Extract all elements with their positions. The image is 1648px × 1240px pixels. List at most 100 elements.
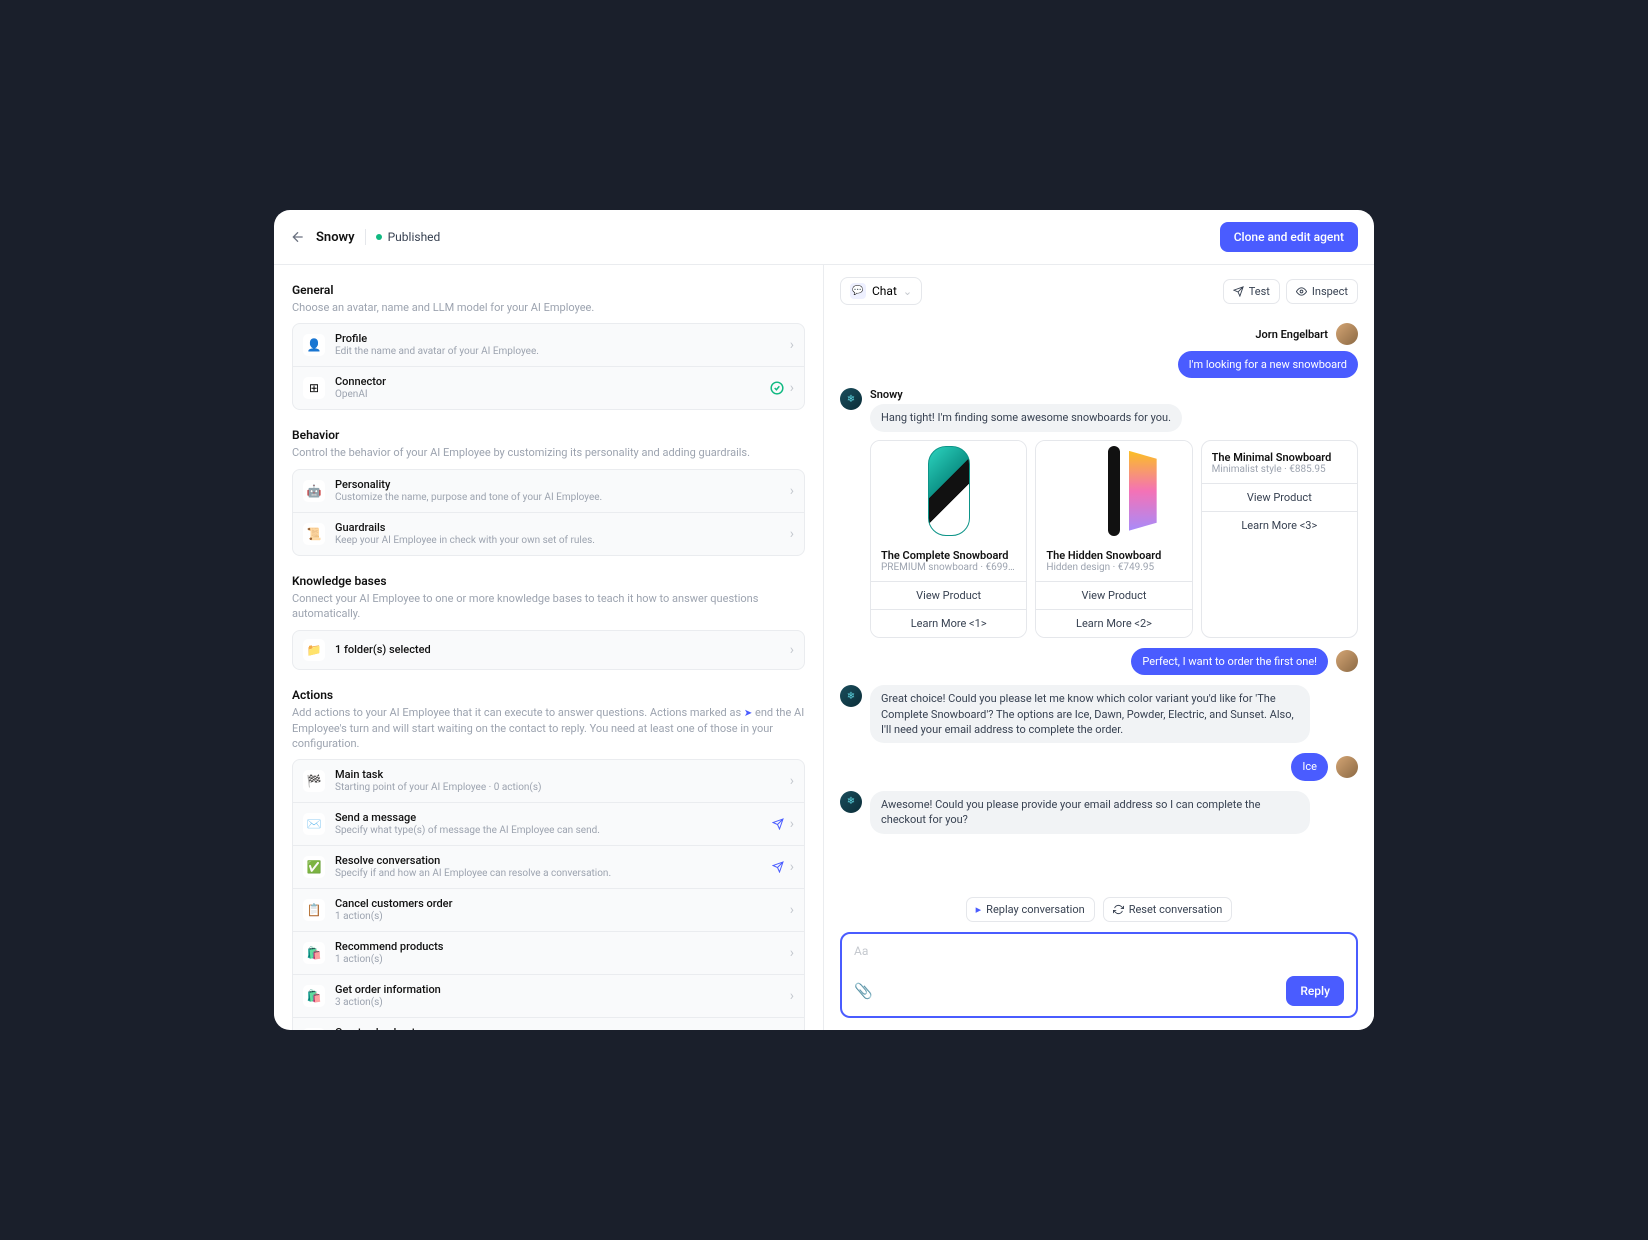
profile-row[interactable]: 👤 Profile Edit the name and avatar of yo… <box>293 324 804 367</box>
chevron-right-icon: › <box>790 642 794 658</box>
guardrails-row[interactable]: 📜 Guardrails Keep your AI Employee in ch… <box>293 513 804 555</box>
connector-icon: ⊞ <box>303 377 325 399</box>
app-frame: Snowy Published Clone and edit agent Gen… <box>274 210 1374 1030</box>
btn-label: Inspect <box>1312 285 1348 298</box>
action-icon: ✅ <box>303 856 325 878</box>
message-input[interactable] <box>854 944 1344 958</box>
user-avatar <box>1336 650 1358 672</box>
action-row[interactable]: 🛍️ Recommend products 1 action(s) › <box>293 932 804 975</box>
row-title: Connector <box>335 375 770 388</box>
row-title: Profile <box>335 332 790 345</box>
product-card: The Complete Snowboard PREMIUM snowboard… <box>870 440 1027 638</box>
bot-avatar: ❄ <box>840 685 862 707</box>
desc-pre: Add actions to your AI Employee that it … <box>292 706 744 719</box>
back-button[interactable] <box>290 229 306 245</box>
reply-button[interactable]: Reply <box>1286 976 1344 1006</box>
bubble: Great choice! Could you please let me kn… <box>870 685 1310 743</box>
btn-label: Test <box>1249 285 1270 298</box>
chevron-right-icon: › <box>790 483 794 499</box>
chevron-down-icon: ⌄ <box>903 285 912 298</box>
chevron-right-icon: › <box>790 816 794 832</box>
status-dot-icon <box>376 234 382 240</box>
row-sub: Customize the name, purpose and tone of … <box>335 491 790 504</box>
test-button[interactable]: Test <box>1223 279 1280 304</box>
send-icon <box>772 818 784 830</box>
bubble: Hang tight! I'm finding some awesome sno… <box>870 404 1182 431</box>
product-subtitle: Minimalist style · €885.95 <box>1212 464 1347 475</box>
action-icon: 🛍️ <box>303 1028 325 1030</box>
play-icon: ▸ <box>976 903 982 916</box>
user-info: Jorn Engelbart <box>840 323 1358 345</box>
action-icon: 📋 <box>303 899 325 921</box>
chevron-right-icon: › <box>790 859 794 875</box>
connector-row[interactable]: ⊞ Connector OpenAI › <box>293 367 804 409</box>
config-panel: General Choose an avatar, name and LLM m… <box>274 265 824 1030</box>
folder-icon: 📁 <box>303 639 325 661</box>
clone-edit-button[interactable]: Clone and edit agent <box>1220 222 1358 252</box>
row-sub: Starting point of your AI Employee · 0 a… <box>335 781 790 794</box>
action-icon: 🛍️ <box>303 985 325 1007</box>
kb-folders-row[interactable]: 📁 1 folder(s) selected › <box>293 631 804 669</box>
chevron-right-icon: › <box>790 902 794 918</box>
section-general: General Choose an avatar, name and LLM m… <box>292 283 805 410</box>
chat-mode-icon: 💬 <box>850 283 866 299</box>
bubble: Ice <box>1291 753 1328 780</box>
message-user: Ice <box>840 753 1358 780</box>
row-title: Personality <box>335 478 790 491</box>
section-kb: Knowledge bases Connect your AI Employee… <box>292 574 805 670</box>
attach-icon[interactable]: 📎 <box>854 982 873 1000</box>
status-badge: Published <box>376 230 441 244</box>
learn-more-button[interactable]: Learn More <1> <box>871 609 1026 637</box>
replay-button[interactable]: ▸ Replay conversation <box>966 897 1095 922</box>
send-icon <box>1233 286 1244 297</box>
personality-row[interactable]: 🤖 Personality Customize the name, purpos… <box>293 470 804 513</box>
main-area: General Choose an avatar, name and LLM m… <box>274 265 1374 1030</box>
inspect-button[interactable]: Inspect <box>1286 279 1358 304</box>
product-title: The Complete Snowboard <box>881 549 1016 562</box>
message-user: I'm looking for a new snowboard <box>840 351 1358 378</box>
view-product-button[interactable]: View Product <box>871 581 1026 609</box>
eye-icon <box>1296 286 1307 297</box>
section-title: Knowledge bases <box>292 574 805 588</box>
chat-log: Jorn Engelbart I'm looking for a new sno… <box>824 317 1374 885</box>
message-bot: ❄ Awesome! Could you please provide your… <box>840 791 1358 834</box>
top-bar: Snowy Published Clone and edit agent <box>274 210 1374 265</box>
learn-more-button[interactable]: Learn More <2> <box>1036 609 1191 637</box>
product-card: The Hidden Snowboard Hidden design · €74… <box>1035 440 1192 638</box>
product-title: The Minimal Snowboard <box>1212 451 1347 464</box>
profile-icon: 👤 <box>303 334 325 356</box>
bot-name: Snowy <box>870 388 1358 401</box>
action-row[interactable]: ✅ Resolve conversation Specify if and ho… <box>293 846 804 889</box>
row-title: Main task <box>335 768 790 781</box>
action-row[interactable]: 📋 Cancel customers order 1 action(s) › <box>293 889 804 932</box>
view-product-button[interactable]: View Product <box>1202 483 1357 511</box>
chevron-right-icon: › <box>790 945 794 961</box>
refresh-icon <box>1113 904 1124 915</box>
action-row[interactable]: ✉️ Send a message Specify what type(s) o… <box>293 803 804 846</box>
product-title: The Hidden Snowboard <box>1046 549 1181 562</box>
mode-selector[interactable]: 💬 Chat ⌄ <box>840 277 922 305</box>
bot-avatar: ❄ <box>840 791 862 813</box>
reset-button[interactable]: Reset conversation <box>1103 897 1233 922</box>
user-avatar <box>1336 323 1358 345</box>
section-title: Behavior <box>292 428 805 442</box>
product-subtitle: Hidden design · €749.95 <box>1046 562 1181 573</box>
learn-more-button[interactable]: Learn More <3> <box>1202 511 1357 539</box>
action-row[interactable]: 🛍️ Create checkout 3 action(s) › <box>293 1018 804 1030</box>
shield-icon: 📜 <box>303 523 325 545</box>
send-icon <box>772 861 784 873</box>
bot-avatar: ❄ <box>840 388 862 410</box>
action-icon: 🛍️ <box>303 942 325 964</box>
view-product-button[interactable]: View Product <box>1036 581 1191 609</box>
mode-label: Chat <box>872 284 897 298</box>
row-sub: OpenAI <box>335 388 770 401</box>
action-row[interactable]: 🛍️ Get order information 3 action(s) › <box>293 975 804 1018</box>
status-text: Published <box>388 230 441 244</box>
user-name: Jorn Engelbart <box>1255 328 1328 341</box>
chat-header: 💬 Chat ⌄ Test Inspect <box>824 265 1374 317</box>
row-sub: Specify if and how an AI Employee can re… <box>335 867 772 880</box>
chevron-right-icon: › <box>790 380 794 396</box>
product-card: The Minimal Snowboard Minimalist style ·… <box>1201 440 1358 638</box>
action-row[interactable]: 🏁 Main task Starting point of your AI Em… <box>293 760 804 803</box>
chevron-right-icon: › <box>790 988 794 1004</box>
